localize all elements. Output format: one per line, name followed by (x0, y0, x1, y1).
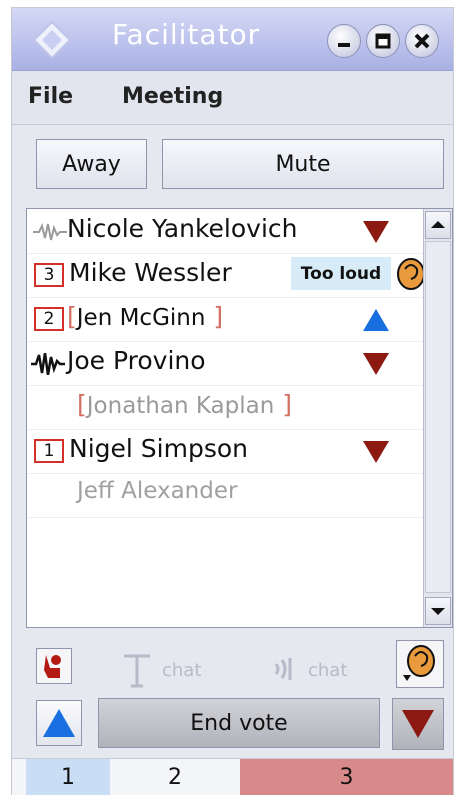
minimize-icon (338, 43, 350, 47)
participant-name: Nigel Simpson (69, 434, 248, 463)
participant-row[interactable]: [Jonathan Kaplan ] (27, 385, 425, 430)
scroll-down-button[interactable] (425, 597, 451, 625)
vote-tally-neutral: 2 (110, 759, 240, 795)
participant-name: Nicole Yankelovich (67, 214, 298, 243)
text-chat-label[interactable]: chat (162, 660, 201, 681)
facilitator-window: Facilitator File Meeting Away Mute Nicol… (12, 8, 453, 795)
participant-name-muted: [Jen McGinn ] (67, 302, 223, 331)
waveform-small-icon (33, 223, 67, 241)
listen-menu-button[interactable] (396, 640, 444, 688)
maximize-button[interactable] (366, 24, 400, 58)
raise-hand-button[interactable] (36, 648, 72, 684)
vote-down-icon (402, 710, 434, 738)
muted-bracket-left: [ (67, 302, 77, 331)
participant-row[interactable]: Joe Provino (27, 341, 425, 386)
title-bar[interactable]: Facilitator (12, 8, 453, 71)
waveform-large-icon (31, 353, 65, 375)
participant-name: Joe Provino (67, 346, 206, 375)
vote-tally-bar: 1 2 3 (12, 758, 453, 795)
queue-badge: 2 (34, 307, 64, 331)
window-title: Facilitator (112, 18, 261, 51)
muted-bracket-right: ] (274, 390, 293, 419)
participant-name: Jen McGinn (76, 305, 206, 331)
menu-bar: File Meeting (12, 71, 453, 125)
menu-meeting[interactable]: Meeting (122, 84, 223, 109)
scroll-thumb[interactable] (425, 241, 451, 593)
queue-badge: 1 (34, 439, 64, 463)
participant-row[interactable]: Nicole Yankelovich (27, 209, 425, 254)
scroll-up-icon (431, 221, 445, 228)
vote-up-icon (363, 309, 389, 331)
participant-list: Nicole Yankelovich 3 Mike Wessler 2 [Jen… (26, 208, 453, 628)
participant-name: Jonathan Kaplan (86, 393, 275, 419)
vote-tally-down: 3 (240, 759, 453, 795)
status-tooltip: Too loud (291, 257, 391, 290)
participant-name-muted: [Jonathan Kaplan ] (77, 390, 292, 419)
vote-down-icon (363, 221, 389, 243)
participant-name: Jeff Alexander (77, 478, 238, 504)
participant-row[interactable]: Jeff Alexander (27, 473, 425, 518)
scroll-up-button[interactable] (425, 211, 451, 239)
vote-down-button[interactable] (392, 698, 444, 750)
scroll-down-icon (431, 608, 445, 615)
away-button[interactable]: Away (36, 139, 147, 189)
raise-hand-icon (44, 655, 61, 678)
vote-tally-up: 1 (26, 759, 110, 795)
app-logo-icon (32, 20, 72, 60)
close-button[interactable] (405, 24, 439, 58)
muted-bracket-left: [ (77, 390, 87, 419)
mute-button[interactable]: Mute (162, 139, 444, 189)
vote-up-button[interactable] (36, 700, 82, 746)
ear-menu-icon (403, 645, 435, 681)
minimize-button[interactable] (327, 24, 361, 58)
vote-up-icon (43, 709, 75, 737)
end-vote-button[interactable]: End vote (98, 698, 380, 748)
participant-row[interactable]: 1 Nigel Simpson (27, 429, 425, 474)
status-tooltip-layer: Too loud (27, 253, 427, 297)
muted-bracket-right: ] (205, 302, 224, 331)
vote-down-icon (363, 353, 389, 375)
list-scrollbar[interactable] (423, 209, 452, 627)
menu-file[interactable]: File (28, 84, 73, 109)
close-icon (414, 33, 430, 49)
voice-chat-icon[interactable] (272, 656, 302, 682)
participant-row[interactable]: 2 [Jen McGinn ] (27, 297, 425, 342)
tool-row: chat chat (12, 634, 453, 694)
maximize-icon (375, 33, 391, 49)
vote-down-icon (363, 441, 389, 463)
text-chat-icon[interactable] (120, 652, 154, 688)
voice-chat-label[interactable]: chat (308, 660, 347, 681)
